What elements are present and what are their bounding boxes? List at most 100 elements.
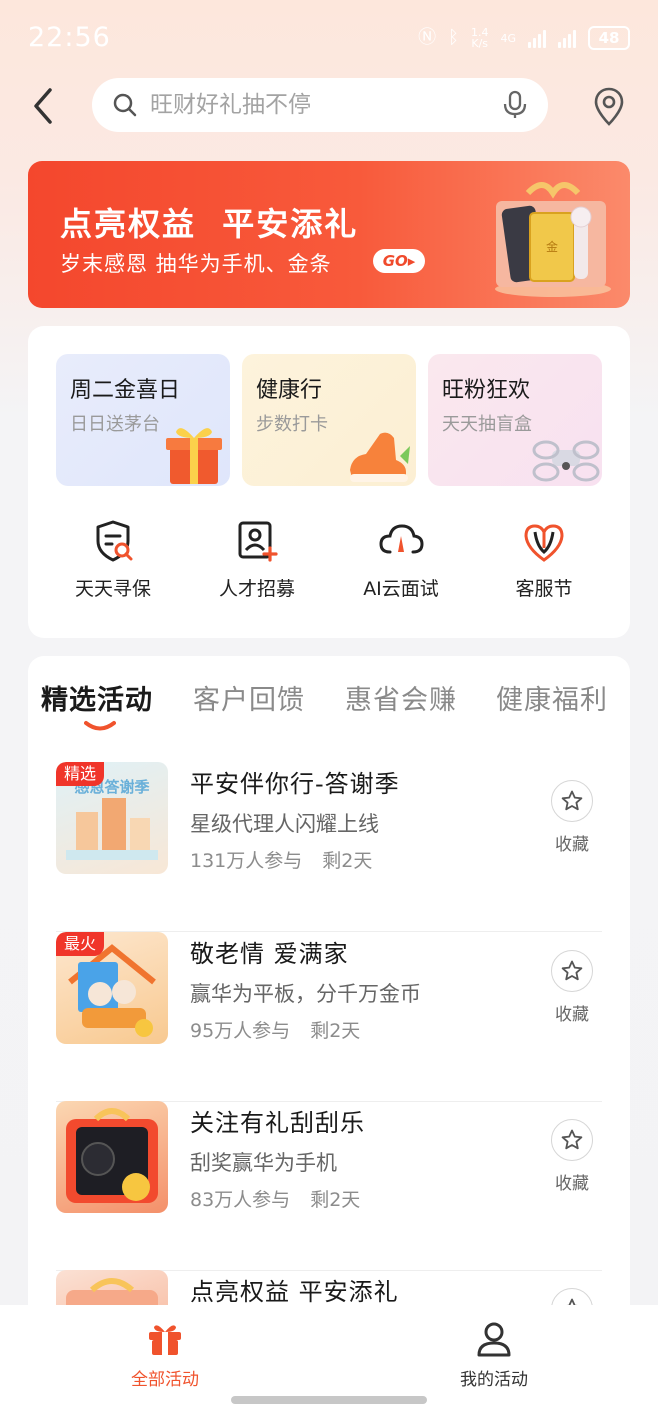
promo-subtitle: 日日送茅台 xyxy=(70,414,160,435)
nav-label: 全部活动 xyxy=(131,1370,199,1390)
status-icons: Ⓝ ᛒ 1.4 K/s 4G 48 xyxy=(418,26,630,50)
quick-icon-label: 人才招募 xyxy=(218,578,295,600)
search-icon xyxy=(113,93,137,117)
bluetooth-icon: ᛒ xyxy=(448,27,459,48)
favorite-label: 收藏 xyxy=(555,1005,589,1025)
promo-subtitle: 步数打卡 xyxy=(256,414,328,435)
network-speed-unit: K/s xyxy=(471,37,489,50)
status-time: 22:56 xyxy=(28,22,111,53)
network-speed: 1.4 K/s xyxy=(471,27,489,49)
svg-text:金: 金 xyxy=(546,239,558,254)
tab-customer-feedback[interactable]: 客户回馈 xyxy=(193,678,305,717)
active-tab-indicator xyxy=(84,721,116,731)
search-input[interactable] xyxy=(150,88,480,122)
home-indicator[interactable] xyxy=(231,1396,427,1404)
favorite-button[interactable]: 收藏 xyxy=(550,950,594,1025)
activity-thumbnail: 感恩答谢季 精选 xyxy=(56,762,168,874)
star-icon xyxy=(561,1129,583,1150)
activity-remaining: 剩2天 xyxy=(310,1189,361,1211)
activity-meta: 83万人参与 剩2天 xyxy=(190,1185,360,1212)
activity-title: 点亮权益 平安添礼 xyxy=(190,1278,399,1306)
network-type: 4G xyxy=(500,31,516,45)
back-button[interactable] xyxy=(26,86,62,126)
cell-signal-icon xyxy=(528,28,546,48)
activity-title: 平安伴你行-答谢季 xyxy=(190,770,400,798)
quick-entry-card: 周二金喜日 日日送茅台 健康行 步数打卡 旺粉狂欢 天天抽盲盒 天天寻保 人才招… xyxy=(28,326,630,638)
activity-subtitle: 刮奖赢华为手机 xyxy=(190,1151,337,1175)
sneaker-icon xyxy=(350,432,410,482)
user-icon xyxy=(477,1322,511,1357)
quick-icon-service-festival[interactable]: 客服节 xyxy=(489,518,599,608)
nav-my-activities[interactable]: 我的活动 xyxy=(434,1319,554,1390)
status-bar: 22:56 Ⓝ ᛒ 1.4 K/s 4G 48 xyxy=(0,0,658,78)
tab-save-earn[interactable]: 惠省会赚 xyxy=(345,678,457,717)
activity-remaining: 剩2天 xyxy=(310,1020,361,1042)
favorite-circle xyxy=(551,780,593,822)
activity-participants: 83万人参与 xyxy=(190,1189,291,1211)
nav-label: 我的活动 xyxy=(460,1370,528,1390)
tab-health-benefits[interactable]: 健康福利 xyxy=(496,678,608,717)
search-box[interactable] xyxy=(92,78,548,132)
banner-subtitle: 岁末感恩 抽华为手机、金条 xyxy=(60,252,332,276)
chevron-left-icon xyxy=(34,88,52,124)
banner-go-label: GO xyxy=(382,252,408,270)
favorite-button[interactable]: 收藏 xyxy=(550,1119,594,1194)
nav-all-activities[interactable]: 全部活动 xyxy=(105,1319,225,1390)
favorite-label: 收藏 xyxy=(555,1174,589,1194)
activity-thumbnail: 最火 xyxy=(56,932,168,1044)
quick-icon-label: 客服节 xyxy=(515,578,573,600)
activity-participants: 131万人参与 xyxy=(190,850,303,872)
gift-prize-illustration: 金 xyxy=(495,182,611,297)
activity-thumbnail xyxy=(56,1101,168,1213)
quick-icon-ai-interview[interactable]: AI云面试 xyxy=(346,518,456,608)
activity-meta: 95万人参与 剩2天 xyxy=(190,1016,360,1043)
quick-icon-label: AI云面试 xyxy=(363,578,439,600)
promo-tile-fans-carnival[interactable]: 旺粉狂欢 天天抽盲盒 xyxy=(428,354,602,486)
promo-subtitle: 天天抽盲盒 xyxy=(442,414,532,435)
quick-icon-label: 天天寻保 xyxy=(74,578,151,600)
promo-title: 周二金喜日 xyxy=(70,378,181,403)
favorite-circle xyxy=(551,950,593,992)
star-icon xyxy=(561,960,583,981)
gift-box-icon xyxy=(149,1325,181,1355)
activity-participants: 95万人参与 xyxy=(190,1020,291,1042)
favorite-label: 收藏 xyxy=(555,835,589,855)
promo-tile-jinxi[interactable]: 周二金喜日 日日送茅台 xyxy=(56,354,230,486)
quick-icon-recruit[interactable]: 人才招募 xyxy=(202,518,312,608)
favorite-circle xyxy=(551,1119,593,1161)
star-icon xyxy=(561,790,583,811)
activity-title: 敬老情 爱满家 xyxy=(190,940,349,968)
promo-banner[interactable]: 点亮权益 平安添礼 岁末感恩 抽华为手机、金条 GO▸ 金 xyxy=(28,161,630,308)
activity-item[interactable]: 关注有礼刮刮乐 刮奖赢华为手机 83万人参与 剩2天 收藏 xyxy=(56,1101,602,1271)
microphone-icon[interactable] xyxy=(502,90,528,120)
activity-title: 关注有礼刮刮乐 xyxy=(190,1109,365,1137)
banner-go-button[interactable]: GO▸ xyxy=(373,249,425,273)
service-festival-icon xyxy=(524,524,564,562)
activity-item[interactable]: 感恩答谢季 精选 平安伴你行-答谢季 星级代理人闪耀上线 131万人参与 剩2天 … xyxy=(56,762,602,932)
favorite-button[interactable]: 收藏 xyxy=(550,780,594,855)
nfc-icon: Ⓝ xyxy=(418,27,437,48)
activity-subtitle: 星级代理人闪耀上线 xyxy=(190,812,379,836)
activity-badge: 最火 xyxy=(56,932,105,956)
promo-title: 旺粉狂欢 xyxy=(442,378,531,403)
tab-featured[interactable]: 精选活动 xyxy=(41,678,153,717)
activity-badge: 精选 xyxy=(56,762,105,786)
battery-icon: 48 xyxy=(588,26,630,50)
quick-icon-insurance-search[interactable]: 天天寻保 xyxy=(58,518,168,608)
category-tabs: 精选活动 客户回馈 惠省会赚 健康福利 xyxy=(28,656,630,736)
shield-search-icon xyxy=(96,520,133,562)
activity-item[interactable]: 最火 敬老情 爱满家 赢华为平板，分千万金币 95万人参与 剩2天 收藏 xyxy=(56,932,602,1102)
activity-subtitle: 赢华为平板，分千万金币 xyxy=(190,982,421,1006)
gift-box-icon xyxy=(166,428,222,484)
drone-icon xyxy=(532,440,600,482)
location-pin-icon[interactable] xyxy=(592,86,626,128)
promo-title: 健康行 xyxy=(256,378,323,403)
activity-remaining: 剩2天 xyxy=(322,850,373,872)
cloud-interview-icon xyxy=(379,524,424,554)
phone-prize-illustration xyxy=(66,1108,158,1203)
cell-signal-2-icon xyxy=(558,28,576,48)
banner-title: 点亮权益 平安添礼 xyxy=(60,205,359,243)
recruit-icon xyxy=(238,521,278,562)
promo-tile-health-walk[interactable]: 健康行 步数打卡 xyxy=(242,354,416,486)
activity-list-card: 精选活动 客户回馈 惠省会赚 健康福利 感恩答谢季 精选 平安伴你行-答谢季 星… xyxy=(28,656,630,1356)
